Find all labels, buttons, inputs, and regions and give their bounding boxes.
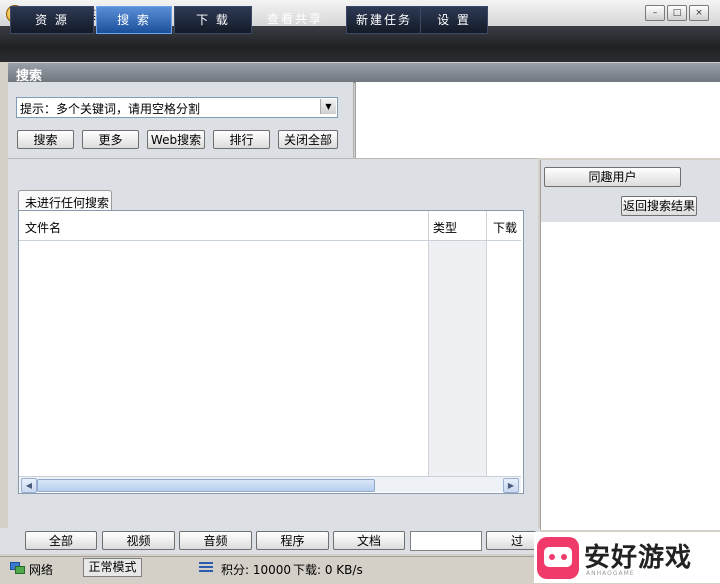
column-divider [428, 211, 429, 476]
results-tab[interactable]: 未进行任何搜索 [18, 190, 112, 211]
scroll-left-icon[interactable]: ◀ [21, 478, 37, 493]
mode-button[interactable]: 正常模式 [83, 558, 142, 577]
horizontal-scrollbar[interactable]: ◀ ▶ [19, 476, 521, 493]
close-all-button[interactable]: 关闭全部 [278, 130, 338, 149]
column-header-download[interactable]: 下载 [493, 219, 517, 236]
scroll-thumb[interactable] [37, 479, 375, 492]
column-divider [486, 211, 487, 476]
filter-video-button[interactable]: 视频 [102, 531, 175, 550]
scroll-right-icon[interactable]: ▶ [503, 478, 519, 493]
close-button[interactable]: × [689, 5, 709, 21]
network-status: 网络 [29, 563, 54, 577]
column-header-filename[interactable]: 文件名 [25, 219, 61, 236]
similar-users-button[interactable]: 同趣用户 [544, 167, 681, 187]
filter-input[interactable] [410, 531, 482, 551]
column-header-type[interactable]: 类型 [433, 219, 457, 236]
dropdown-arrow-icon[interactable]: ▼ [320, 99, 336, 114]
filter-all-button[interactable]: 全部 [25, 531, 97, 550]
stats-icon [199, 562, 213, 572]
tab-new-task[interactable]: 新建任务 [346, 6, 422, 34]
tab-download[interactable]: 下 载 [174, 6, 252, 34]
section-header: 搜索 [8, 62, 720, 84]
preview-area [355, 82, 720, 158]
minimize-button[interactable]: – [645, 5, 665, 21]
search-placeholder: 提示：多个关键词，请用空格分割 [20, 102, 201, 116]
type-column-shade [429, 241, 486, 476]
tab-resources[interactable]: 资 源 [10, 6, 94, 34]
gamepad-logo-icon [537, 537, 579, 579]
more-button[interactable]: 更多 [82, 130, 139, 149]
filter-document-button[interactable]: 文档 [333, 531, 405, 550]
back-to-results-button[interactable]: 返回搜索结果 [621, 196, 697, 216]
watermark-subtitle: ANHAOGAME [586, 570, 635, 577]
download-speed-text: 下载: 0 KB/s [293, 563, 363, 577]
results-tab-label: 未进行任何搜索 [25, 196, 110, 210]
points-text: 积分: 10000 [221, 563, 292, 577]
filter-button[interactable]: 过 [486, 531, 536, 550]
tab-settings[interactable]: 设 置 [420, 6, 488, 34]
ranking-button[interactable]: 排行 [213, 130, 270, 149]
search-input[interactable]: 提示：多个关键词，请用空格分割 ▼ [16, 97, 338, 118]
maximize-button[interactable]: □ [667, 5, 687, 21]
tab-search[interactable]: 搜 索 [96, 6, 172, 34]
search-button[interactable]: 搜索 [17, 130, 74, 149]
network-icon [10, 562, 25, 574]
watermark-title: 安好游戏 [584, 543, 693, 573]
filter-audio-button[interactable]: 音频 [179, 531, 252, 550]
web-search-button[interactable]: Web搜索 [147, 130, 205, 149]
filter-program-button[interactable]: 程序 [256, 531, 329, 550]
tab-view-share[interactable]: 查看共享 [255, 6, 335, 32]
